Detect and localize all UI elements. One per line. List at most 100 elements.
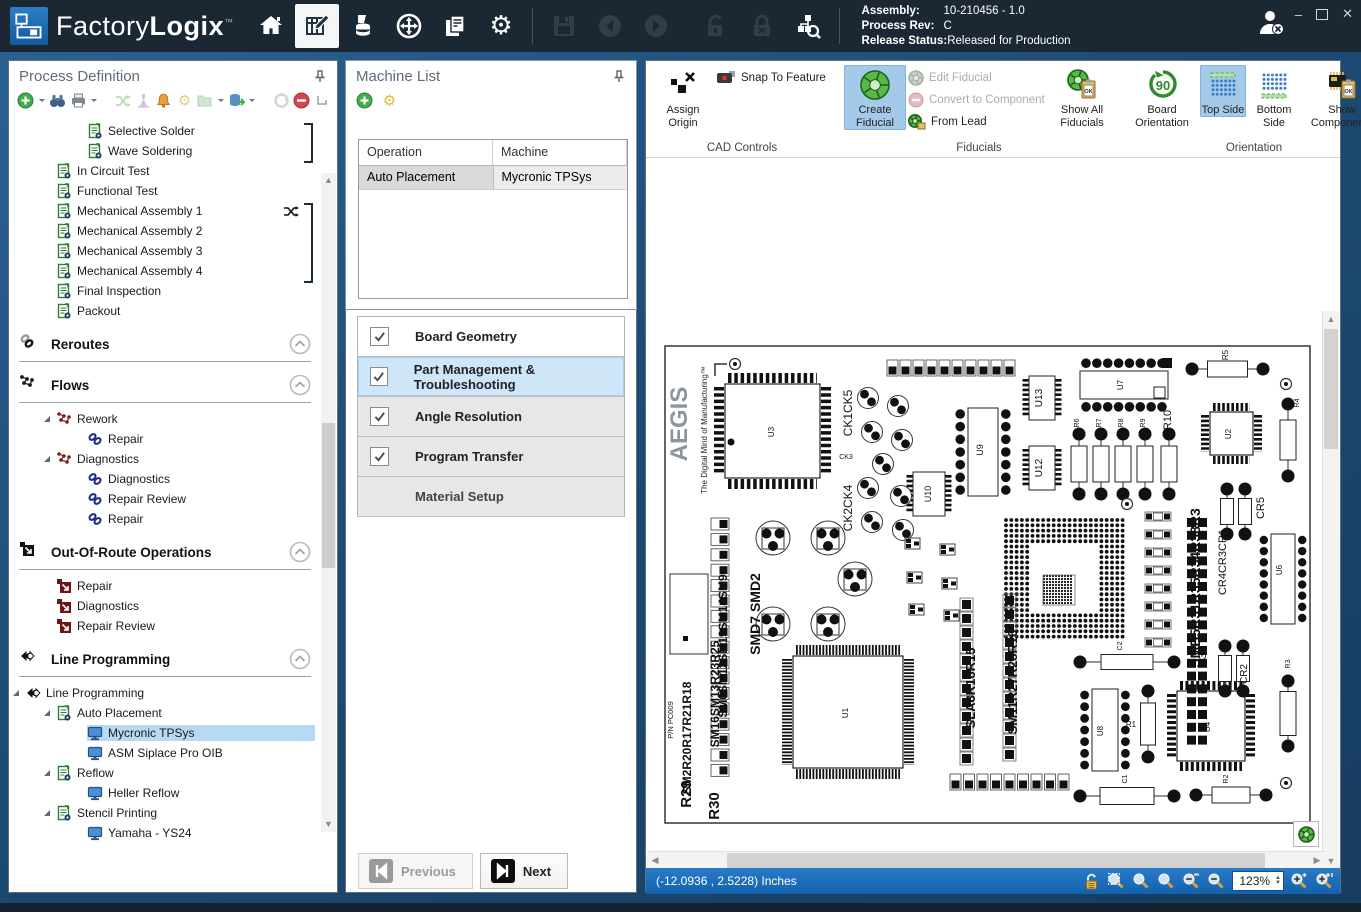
tree-item-line-programming[interactable]: Line Programming bbox=[9, 683, 321, 703]
refresh-icon[interactable] bbox=[272, 91, 290, 109]
scrollbar-thumb[interactable] bbox=[1324, 329, 1338, 449]
tree-item-asm-siplace-pro-oib[interactable]: ASM Siplace Pro OIB bbox=[9, 743, 321, 763]
home-icon[interactable] bbox=[249, 4, 293, 48]
scrollbar-thumb[interactable] bbox=[727, 853, 1265, 868]
wizard-step-board-geometry[interactable]: Board Geometry bbox=[358, 317, 624, 357]
tree-item-mechanical-assembly-3[interactable]: Mechanical Assembly 3 bbox=[9, 241, 321, 261]
lock-close-icon[interactable] bbox=[740, 4, 784, 48]
tree-item-packout[interactable]: Packout bbox=[9, 301, 321, 321]
tree-item-selective-solder[interactable]: Selective Solder bbox=[9, 121, 321, 141]
gear-icon[interactable]: ⚙ bbox=[176, 91, 194, 109]
tree-item-yamaha-ys24[interactable]: Yamaha - YS24 bbox=[9, 823, 321, 843]
wizard-step-program-transfer[interactable]: Program Transfer bbox=[358, 437, 624, 477]
process-search-icon[interactable] bbox=[786, 4, 830, 48]
tree-item-repair-review[interactable]: Repair Review bbox=[9, 616, 321, 636]
tree-item-functional-test[interactable]: Functional Test bbox=[9, 181, 321, 201]
expander-icon[interactable] bbox=[42, 414, 52, 424]
zoom-out-step-icon[interactable] bbox=[1182, 872, 1201, 891]
tree-item-mechanical-assembly-1[interactable]: Mechanical Assembly 1 bbox=[9, 201, 321, 221]
section-out-of-route-operations[interactable]: Out-Of-Route Operations bbox=[9, 537, 321, 567]
collapse-up-icon[interactable] bbox=[289, 374, 311, 396]
zoom-level-input[interactable]: 123% ▲▼ bbox=[1232, 871, 1284, 891]
tree-item-mycronic-tpsys[interactable]: Mycronic TPSys bbox=[9, 723, 321, 743]
unlock-icon[interactable] bbox=[694, 4, 738, 48]
settings-icon[interactable]: ⚙ bbox=[479, 4, 523, 48]
pin-icon[interactable] bbox=[612, 69, 626, 83]
save-icon[interactable] bbox=[542, 4, 586, 48]
add-icon[interactable] bbox=[356, 92, 373, 109]
dropdown-caret-icon[interactable] bbox=[217, 91, 225, 109]
delete-data-icon[interactable] bbox=[228, 91, 246, 109]
close-button[interactable]: ✕ bbox=[1342, 6, 1353, 22]
section-flows[interactable]: Flows bbox=[9, 370, 321, 400]
tree-item-wave-soldering[interactable]: Wave Soldering bbox=[9, 141, 321, 161]
wizard-step-material-setup[interactable]: Material Setup bbox=[358, 477, 624, 517]
expander-icon[interactable] bbox=[11, 688, 21, 698]
flask-icon[interactable] bbox=[134, 91, 152, 109]
top-side-button[interactable]: Top Side bbox=[1200, 65, 1246, 117]
cad-horizontal-scrollbar[interactable]: ◀▶ bbox=[647, 851, 1325, 869]
zoom-in-icon[interactable] bbox=[1290, 872, 1309, 891]
zoom-100-icon[interactable] bbox=[1132, 872, 1151, 891]
tree-item-stencil-printing[interactable]: Stencil Printing bbox=[9, 803, 321, 823]
tree-item-repair[interactable]: Repair bbox=[9, 576, 321, 596]
tree-item-heller-reflow[interactable]: Heller Reflow bbox=[9, 783, 321, 803]
print-icon[interactable] bbox=[69, 91, 87, 109]
materials-icon[interactable] bbox=[341, 4, 385, 48]
logistics-icon[interactable] bbox=[387, 4, 431, 48]
lock-zoom-icon[interactable] bbox=[1082, 872, 1101, 891]
process-editor-icon[interactable] bbox=[295, 4, 339, 48]
dropdown-caret-icon[interactable] bbox=[90, 91, 98, 109]
tree-item-repair[interactable]: Repair bbox=[9, 429, 321, 449]
checkbox[interactable] bbox=[370, 327, 389, 346]
board-orientation-button[interactable]: 90 Board Orientation bbox=[1126, 65, 1198, 130]
tree-item-repair[interactable]: Repair bbox=[9, 509, 321, 529]
section-line-programming[interactable]: Line Programming bbox=[9, 644, 321, 674]
assign-origin-button[interactable]: Assign Origin bbox=[652, 65, 714, 130]
tree-item-diagnostics[interactable]: Diagnostics bbox=[9, 469, 321, 489]
machine-row[interactable]: Auto PlacementMycronic TPSys bbox=[359, 166, 627, 190]
column-header-operation[interactable]: Operation bbox=[359, 140, 493, 165]
find-icon[interactable] bbox=[49, 91, 67, 109]
wizard-step-part-management-troubleshooting[interactable]: Part Management & Troubleshooting bbox=[358, 357, 624, 397]
folder-icon[interactable] bbox=[196, 91, 214, 109]
show-components-button[interactable]: OK Show Components bbox=[1302, 65, 1361, 130]
checkbox[interactable] bbox=[370, 447, 389, 466]
cad-vertical-scrollbar[interactable]: ▲▼ bbox=[1322, 311, 1339, 869]
tree-item-rework[interactable]: Rework bbox=[9, 409, 321, 429]
process-tree-scrollbar[interactable]: ▲▼ bbox=[321, 173, 336, 832]
tree-item-reflow[interactable]: Reflow bbox=[9, 763, 321, 783]
tree-item-diagnostics[interactable]: Diagnostics bbox=[9, 449, 321, 469]
scrollbar-thumb[interactable] bbox=[322, 423, 335, 568]
user-signout-icon[interactable] bbox=[1256, 8, 1286, 38]
create-fiducial-button[interactable]: Create Fiducial bbox=[844, 65, 906, 130]
zoom-all-icon[interactable] bbox=[1157, 872, 1176, 891]
documents-icon[interactable] bbox=[433, 4, 477, 48]
collapse-up-icon[interactable] bbox=[289, 333, 311, 355]
checkbox[interactable] bbox=[370, 367, 388, 386]
expander-icon[interactable] bbox=[42, 808, 52, 818]
add-icon[interactable] bbox=[17, 91, 35, 109]
bottom-side-button[interactable]: Bottom Side bbox=[1248, 65, 1300, 130]
dropdown-caret-icon[interactable] bbox=[38, 91, 46, 109]
gear-gold-icon[interactable]: ⚙ bbox=[381, 92, 398, 109]
wizard-step-angle-resolution[interactable]: Angle Resolution bbox=[358, 397, 624, 437]
edit-fiducial-button[interactable]: Edit Fiducial bbox=[908, 69, 1048, 86]
shuffle-icon[interactable] bbox=[114, 91, 132, 109]
expander-icon[interactable] bbox=[42, 768, 52, 778]
tree-item-auto-placement[interactable]: Auto Placement bbox=[9, 703, 321, 723]
zoom-selection-icon[interactable] bbox=[1107, 872, 1126, 891]
back-icon[interactable] bbox=[588, 4, 632, 48]
show-all-fiducials-button[interactable]: OK Show All Fiducials bbox=[1050, 65, 1114, 130]
maximize-button[interactable] bbox=[1316, 9, 1328, 20]
tree-item-in-circuit-test[interactable]: In Circuit Test bbox=[9, 161, 321, 181]
checkbox[interactable] bbox=[370, 407, 389, 426]
from-lead-button[interactable]: From Lead bbox=[908, 113, 1048, 130]
zoom-in-step-icon[interactable] bbox=[1315, 872, 1334, 891]
collapse-up-icon[interactable] bbox=[289, 648, 311, 670]
snap-to-feature-button[interactable]: Snap To Feature bbox=[716, 69, 832, 86]
tree-item-mechanical-assembly-4[interactable]: Mechanical Assembly 4 bbox=[9, 261, 321, 281]
pin-icon[interactable] bbox=[313, 69, 327, 83]
zoom-out-icon[interactable] bbox=[1207, 872, 1226, 891]
tree-item-diagnostics[interactable]: Diagnostics bbox=[9, 596, 321, 616]
